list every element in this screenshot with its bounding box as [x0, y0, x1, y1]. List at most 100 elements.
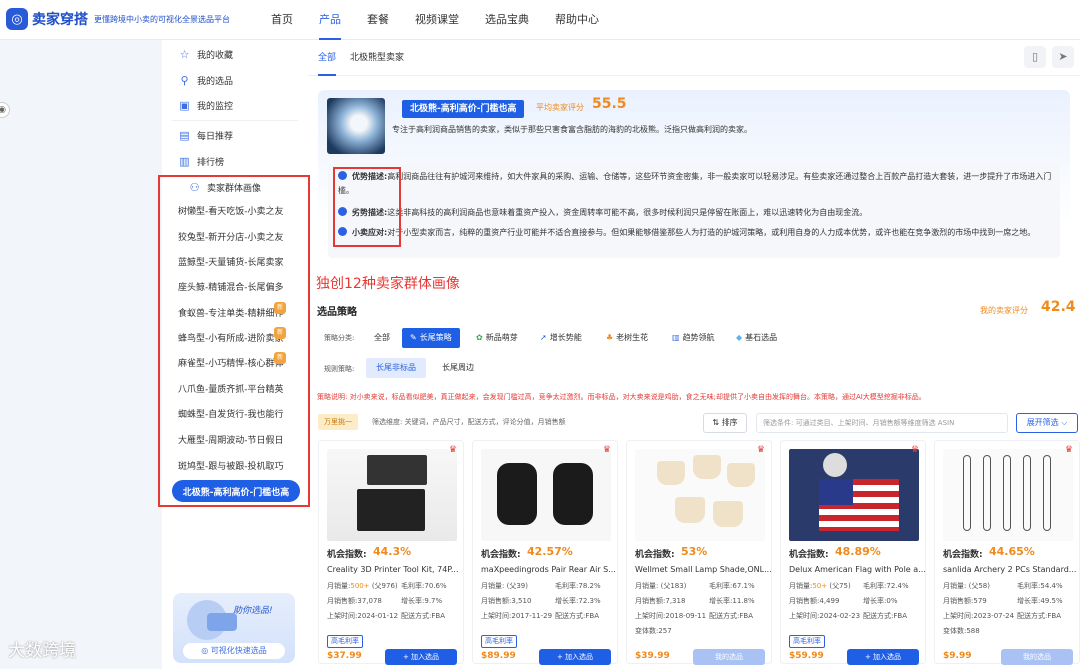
opportunity-value: 48.89%: [835, 545, 881, 558]
promo-card[interactable]: 助你选品! ◎ 可视化快速选品: [173, 593, 295, 663]
chip-new-sprout[interactable]: ✿ 新品萌芽: [468, 328, 526, 348]
avg-score-label: 平均卖家评分: [536, 103, 584, 112]
logo[interactable]: ◎ 卖家穿搭 更懂跨境中小卖的可视化全景选品平台: [6, 8, 230, 30]
listing-date: 上架时间:2017-11-29: [481, 611, 552, 621]
nav-video[interactable]: 视频课堂: [402, 0, 472, 40]
chip-old-tree[interactable]: ♣ 老树生花: [598, 328, 656, 348]
brand-name: 卖家穿搭: [32, 12, 88, 28]
avg-score-value: 55.5: [592, 96, 627, 112]
chip-long-tail-nonstandard[interactable]: 长尾非标品: [366, 358, 426, 378]
high-margin-tag: 高毛利率: [327, 635, 363, 648]
product-card[interactable]: ♛ 机会指数: 44.65% sanlida Archery 2 PCs Sta…: [934, 440, 1080, 665]
high-margin-tag: 高毛利率: [481, 635, 517, 648]
sidebar-item-my-monitor[interactable]: ▣ 我的监控: [162, 94, 308, 116]
product-card[interactable]: ♛ 机会指数: 42.57% maXpeedingrods Pair Rear …: [472, 440, 618, 665]
chip-long-tail[interactable]: ✎ 长尾策略: [402, 328, 460, 348]
stat-value: 9.7%: [424, 597, 443, 605]
stat-value: 3,510: [511, 597, 532, 605]
stat-label: 毛利率:: [401, 582, 425, 590]
stat-value: 72.4%: [886, 582, 909, 590]
quick-select-button[interactable]: ◎ 可视化快速选品: [183, 643, 285, 659]
opportunity-value: 42.57%: [527, 545, 573, 558]
sidebar-item-favorites[interactable]: ☆ 我的收藏: [162, 43, 308, 65]
listing-date: 上架时间:2023-07-24: [943, 611, 1014, 621]
listing-date: 上架时间:2024-02-23: [789, 611, 860, 621]
filter-search-input[interactable]: 筛选条件: 可通过类目、上架时间、月销售额等维度筛选 ASIN: [756, 413, 1008, 433]
growth-rate: 增长率:0%: [863, 596, 897, 606]
chip-trend[interactable]: ▥ 趋势领航: [664, 328, 723, 348]
chip-growth[interactable]: ➚ 增长势能: [532, 328, 590, 348]
shipping-method: 配送方式:FBA: [401, 611, 445, 621]
growth-rate: 增长率:72.3%: [555, 596, 601, 606]
chip-label: 长尾策略: [419, 333, 452, 342]
stat-value: 37,078: [357, 597, 382, 605]
persona-description: 专注于高利润商品销售的卖家，类似于那些只害食富含脂肪的海豹的北极熊。泛指只做高利…: [392, 125, 752, 134]
growth-rate: 增长率:9.7%: [401, 596, 442, 606]
stat-value: (父183): [660, 582, 687, 590]
opportunity-label: 机会指数:: [943, 550, 983, 560]
variant-count: 变体数:588: [943, 627, 980, 635]
tab-polar-bear[interactable]: 北极熊型卖家: [350, 40, 404, 76]
sort-button[interactable]: ⇅ 排序: [703, 413, 747, 433]
add-to-selection-button[interactable]: + 加入选品: [539, 649, 611, 665]
add-to-selection-button[interactable]: + 加入选品: [847, 649, 919, 665]
listing-date: 上架时间:2018-09-11: [635, 611, 706, 621]
product-card[interactable]: ♛ 机会指数: 48.89% Delux American Flag with …: [780, 440, 926, 665]
chip-label: 趋势领航: [682, 333, 715, 342]
stat-value: 50+: [812, 582, 828, 590]
chip-label: 增长势能: [549, 333, 582, 342]
stat-label: 上架时间:: [327, 612, 358, 620]
crown-icon: ♛: [756, 445, 765, 455]
main-nav: 首页 产品 套餐 视频课堂 选品宝典 帮助中心: [258, 0, 612, 40]
stat-label: 配送方式:: [863, 612, 894, 620]
disadvantage-text: 这类非高科技的高利润商品也意味着重资产投入，资金周转率可能不高，很多时候利润只是…: [387, 208, 868, 217]
chip-all[interactable]: 全部: [366, 328, 398, 348]
persona-highlight-box: [158, 175, 310, 507]
product-title[interactable]: maXpeedingrods Pair Rear Air S...: [481, 565, 617, 574]
stat-label: 配送方式:: [401, 612, 432, 620]
product-card[interactable]: ♛ 机会指数: 53% Wellmet Small Lamp Shade,ONL…: [626, 440, 772, 665]
product-title[interactable]: Wellmet Small Lamp Shade,ONL...: [635, 565, 771, 574]
promo-text: 助你选品!: [233, 606, 273, 616]
chip-cornerstone[interactable]: ◆ 基石选品: [728, 328, 785, 348]
sidebar-item-label: 排行榜: [197, 157, 225, 168]
bar-chart-icon: ▥: [179, 154, 190, 168]
product-title[interactable]: sanlida Archery 2 PCs Standard...: [943, 565, 1079, 574]
add-to-selection-button[interactable]: + 加入选品: [385, 649, 457, 665]
details-highlight-box: [333, 167, 401, 247]
logo-mark-icon: ◎: [6, 8, 28, 30]
chip-label: 基石选品: [745, 333, 778, 342]
monthly-revenue: 月销售额:7,318: [635, 596, 685, 606]
tab-all[interactable]: 全部: [318, 40, 337, 76]
sidebar-item-ranking[interactable]: ▥ 排行榜: [162, 150, 308, 172]
nav-product[interactable]: 产品: [306, 0, 354, 40]
nav-guide[interactable]: 选品宝典: [472, 0, 542, 40]
product-title[interactable]: Delux American Flag with Pole a...: [789, 565, 925, 574]
product-title[interactable]: Creality 3D Printer Tool Kit, 74P...: [327, 565, 463, 574]
top-bar: ◎ 卖家穿搭 更懂跨境中小卖的可视化全景选品平台 首页 产品 套餐 视频课堂 选…: [0, 0, 1080, 40]
stat-value: 67.1%: [732, 582, 755, 590]
stat-label: 毛利率:: [1017, 582, 1041, 590]
trend-icon: ▥: [672, 333, 680, 342]
sidebar-item-daily[interactable]: ▤ 每日推荐: [162, 124, 308, 146]
stat-value: 2023-07-24: [973, 612, 1015, 620]
book-icon[interactable]: ▯: [1024, 46, 1046, 68]
gross-margin: 毛利率:72.4%: [863, 581, 909, 591]
product-card[interactable]: ♛ 机会指数: 44.3% Creality 3D Printer Tool K…: [318, 440, 464, 665]
sidebar-item-my-selection[interactable]: ⚲ 我的选品: [162, 69, 308, 91]
listing-date: 上架时间:2024-01-12: [327, 611, 398, 621]
high-margin-tag: 高毛利率: [789, 635, 825, 648]
nav-home[interactable]: 首页: [258, 0, 306, 40]
monthly-revenue: 月销售额:579: [943, 596, 987, 606]
side-toggle-icon[interactable]: ◉: [0, 102, 10, 118]
my-selection-button[interactable]: 我的选品: [1001, 649, 1073, 665]
gross-margin: 毛利率:54.4%: [1017, 581, 1063, 591]
my-selection-button[interactable]: 我的选品: [693, 649, 765, 665]
shipping-method: 配送方式:FBA: [1017, 611, 1061, 621]
nav-help[interactable]: 帮助中心: [542, 0, 612, 40]
chip-long-tail-peripheral[interactable]: 长尾周边: [432, 358, 484, 378]
nav-plans[interactable]: 套餐: [354, 0, 402, 40]
expand-filter-button[interactable]: 展开筛选 ⌵: [1016, 413, 1078, 433]
send-icon[interactable]: ➤: [1052, 46, 1074, 68]
product-image: [635, 449, 765, 541]
